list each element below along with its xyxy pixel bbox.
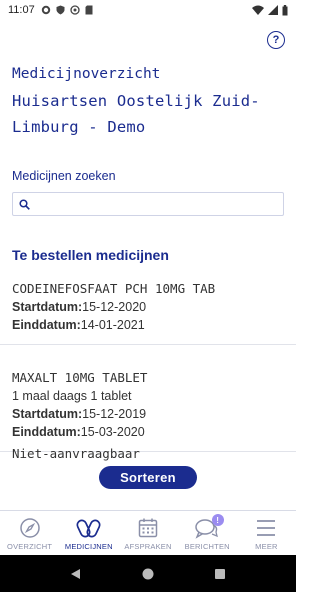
sort-button[interactable]: Sorteren — [99, 466, 197, 489]
start-date-label: Startdatum: — [12, 300, 83, 314]
recents-icon[interactable] — [214, 568, 226, 580]
medicine-item[interactable]: CODEINEFOSFAAT PCH 10MG TAB Startdatum:1… — [0, 274, 296, 345]
system-nav-bar — [0, 555, 296, 592]
title-line-3: Limburg - Demo — [12, 118, 146, 136]
nav-label: BERICHTEN — [184, 542, 230, 551]
medicine-dosage: 1 maal daags 1 tablet — [12, 389, 132, 403]
battery-icon — [282, 4, 288, 15]
wifi-icon — [252, 5, 264, 15]
settings-icon — [41, 5, 50, 15]
nav-label: MEER — [255, 542, 278, 551]
status-bar: 11:07 — [0, 0, 296, 20]
search-input[interactable] — [34, 194, 283, 214]
title-line-2: Huisartsen Oostelijk Zuid- — [12, 92, 260, 110]
title-line-1: Medicijnoverzicht — [12, 66, 161, 82]
nav-afspraken[interactable]: AFSPRAKEN — [118, 511, 177, 555]
menu-icon — [257, 520, 276, 536]
nav-berichten[interactable]: ! BERICHTEN — [178, 511, 237, 555]
medicine-list: CODEINEFOSFAAT PCH 10MG TAB Startdatum:1… — [0, 274, 296, 452]
end-date-row: Einddatum:14-01-2021 — [12, 316, 284, 334]
section-title: Te bestellen medicijnen — [12, 247, 169, 263]
end-date-row: Einddatum:15-03-2020 — [12, 423, 284, 441]
notification-badge: ! — [211, 514, 224, 526]
end-date-label: Einddatum: — [12, 318, 81, 332]
search-icon — [19, 198, 30, 210]
compass-icon — [19, 518, 40, 538]
nav-label: OVERZICHT — [7, 542, 53, 551]
vpn-icon — [70, 5, 80, 15]
nav-overzicht[interactable]: OVERZICHT — [0, 511, 59, 555]
start-date-value: 15-12-2020 — [82, 300, 147, 314]
home-icon[interactable] — [142, 568, 154, 580]
nav-label: MEDICIJNEN — [64, 542, 113, 551]
medicine-item[interactable]: MAXALT 10MG TABLET 1 maal daags 1 tablet… — [0, 345, 296, 452]
start-date-value: 15-12-2019 — [82, 407, 147, 421]
question-icon: ? — [272, 34, 280, 46]
pills-icon — [76, 519, 101, 538]
end-date-value: 14-01-2021 — [80, 318, 145, 332]
page-title: Medicijnoverzicht Huisartsen Oostelijk Z… — [12, 64, 284, 140]
search-field[interactable] — [12, 192, 284, 216]
sd-card-icon — [85, 5, 93, 15]
bottom-nav: OVERZICHT MEDICIJNEN AFSPRAKEN ! BERICHT… — [0, 510, 296, 555]
calendar-icon — [138, 518, 158, 538]
back-icon[interactable] — [70, 568, 82, 580]
help-button[interactable]: ? — [267, 31, 285, 49]
status-time: 11:07 — [8, 4, 35, 16]
medicine-name: MAXALT 10MG TABLET — [12, 370, 148, 385]
search-label: Medicijnen zoeken — [12, 169, 116, 183]
nav-medicijnen[interactable]: MEDICIJNEN — [59, 511, 118, 555]
unavailable-section-label: Niet-aanvraagbaar — [12, 446, 140, 461]
signal-icon — [268, 5, 278, 15]
start-date-row: Startdatum:15-12-2019 — [12, 405, 284, 423]
nav-label: AFSPRAKEN — [124, 542, 172, 551]
start-date-label: Startdatum: — [12, 407, 83, 421]
nav-meer[interactable]: MEER — [237, 511, 296, 555]
shield-icon — [56, 5, 65, 15]
medicine-name: CODEINEFOSFAAT PCH 10MG TAB — [12, 281, 216, 296]
end-date-value: 15-03-2020 — [80, 425, 145, 439]
end-date-label: Einddatum: — [12, 425, 81, 439]
start-date-row: Startdatum:15-12-2020 — [12, 298, 284, 316]
